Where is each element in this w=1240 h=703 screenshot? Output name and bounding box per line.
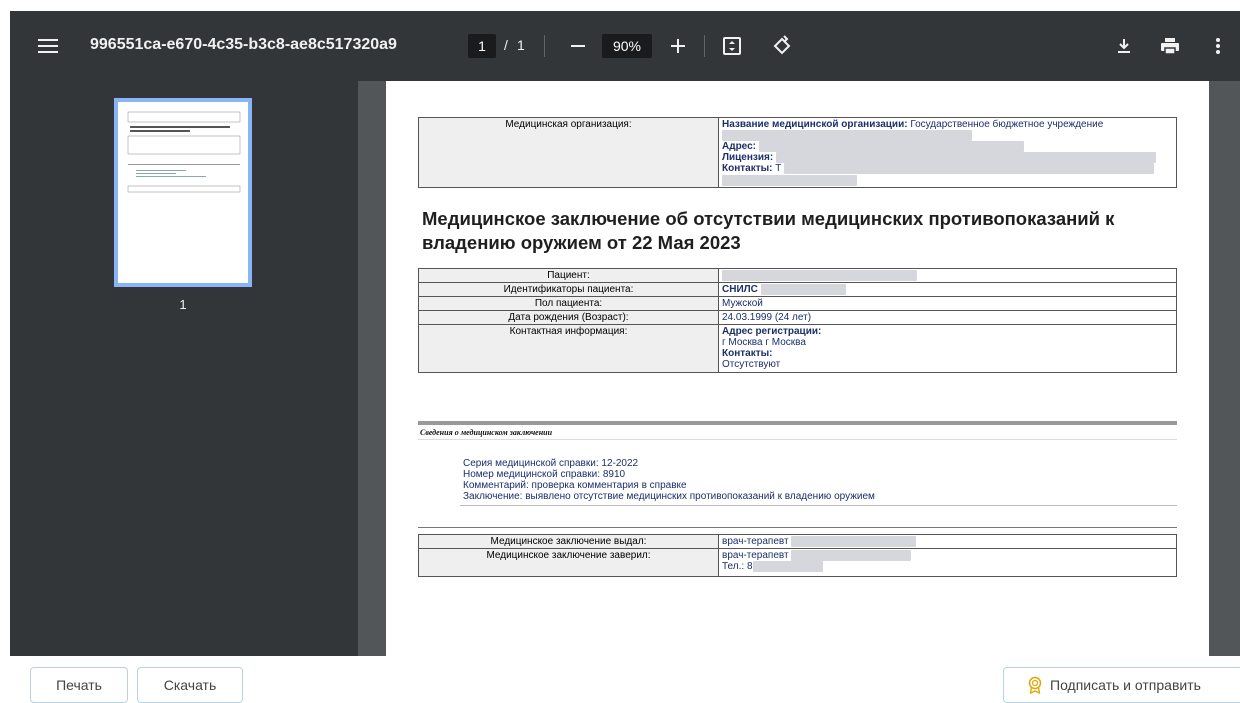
certified-value: врач-терапевт (722, 550, 789, 562)
redacted-text (784, 163, 1155, 175)
signers-table: Медицинское заключение выдал: врач-терап… (418, 533, 1177, 578)
pdf-viewer: 996551ca-e670-4c35-b3c8-ae8c517320a9 1 /… (10, 11, 1240, 656)
reg-address-label: Адрес регистрации: (722, 326, 822, 338)
reg-address-value: г Москва г Москва (722, 337, 806, 349)
redacted-text (752, 561, 823, 573)
issued-value: врач-терапевт (722, 536, 789, 548)
patient-contacts-value: Отсутствуют (722, 359, 781, 371)
patient-contact-cell: Адрес регистрации: г Москва г Москва Кон… (718, 324, 1177, 374)
document-title: 996551ca-e670-4c35-b3c8-ae8c517320a9 (90, 36, 397, 53)
page-number-input[interactable]: 1 (468, 34, 496, 58)
org-label: Медицинская организация: (418, 117, 719, 188)
redacted-text (758, 141, 1024, 153)
patient-ids-value: СНИЛС (722, 284, 758, 296)
org-contacts-value: Т (775, 163, 782, 175)
conclusion-line: Комментарий: проверка комментария в спра… (463, 480, 687, 491)
redacted-text (722, 130, 972, 141)
patient-contact-label: Контактная информация: (418, 324, 719, 374)
action-bar: Печать Скачать Подписать и отправить (0, 656, 1240, 703)
patient-dob-label: Дата рождения (Возраст): (418, 310, 719, 326)
sign-and-send-button[interactable]: Подписать и отправить (1003, 667, 1240, 703)
more-icon[interactable] (1206, 34, 1230, 58)
conclusion-line: Заключение: выявлено отсутствие медицинс… (463, 491, 875, 502)
org-name-label: Название медицинской организации: (722, 119, 908, 130)
rotate-icon[interactable] (770, 34, 794, 58)
redacted-text (722, 270, 917, 281)
print-icon[interactable] (1158, 34, 1182, 58)
redacted-text (791, 550, 912, 562)
conclusion-line: Номер медицинской справки: 8910 (463, 469, 626, 480)
org-address-label: Адрес: (722, 141, 756, 153)
document-heading: Медицинское заключение об отсутствии мед… (422, 208, 1115, 253)
toolbar-divider (544, 35, 545, 57)
org-license-label: Лицензия: (722, 152, 774, 164)
zoom-out-icon[interactable] (566, 34, 590, 58)
thumbnail-sidebar: 1 (10, 81, 358, 656)
document-page: Медицинская организация: Название медици… (386, 81, 1209, 656)
patient-table: Пациент: Идентификаторы пациента: СНИЛС … (418, 267, 1177, 374)
patient-ids-label: Идентификаторы пациента: (418, 282, 719, 298)
redacted-text (791, 536, 917, 547)
zoom-level-input[interactable]: 90% (602, 34, 652, 58)
organization-table: Медицинская организация: Название медици… (418, 117, 1177, 188)
section-rule (418, 439, 1177, 440)
menu-icon[interactable] (36, 34, 60, 58)
certified-cell: врач-терапевт Тел.: 8 (718, 548, 1177, 578)
page-separator: / (504, 37, 508, 53)
redacted-text (760, 284, 846, 296)
org-details: Название медицинской организации: Госуда… (718, 117, 1177, 188)
section-divider (418, 421, 1177, 425)
page-total: 1 (517, 37, 525, 53)
patient-ids-cell: СНИЛС (718, 282, 1177, 298)
conclusion-details: Серия медицинской справки: 12-2022 Номер… (463, 458, 875, 502)
redacted-text (722, 174, 857, 186)
certificate-icon (1026, 676, 1044, 695)
thumbnail-preview (122, 106, 244, 279)
signers-rule (418, 527, 1177, 528)
patient-value (718, 267, 1177, 284)
certified-phone: Тел.: 8 (722, 561, 753, 573)
conclusion-line: Серия медицинской справки: 12-2022 (463, 458, 639, 469)
download-icon[interactable] (1112, 34, 1136, 58)
zoom-in-icon[interactable] (666, 34, 690, 58)
issued-cell: врач-терапевт (718, 533, 1177, 550)
patient-dob-value: 24.03.1999 (24 лет) (718, 310, 1177, 326)
download-button[interactable]: Скачать (137, 667, 243, 703)
page-thumbnail[interactable] (114, 98, 252, 287)
toolbar-divider (704, 35, 705, 57)
pdf-toolbar: 996551ca-e670-4c35-b3c8-ae8c517320a9 1 /… (10, 11, 1240, 81)
certified-label: Медицинское заключение заверил: (418, 548, 719, 578)
issued-label: Медицинское заключение выдал: (418, 533, 719, 550)
patient-sex-value: Мужской (718, 296, 1177, 312)
patient-sex-label: Пол пациента: (418, 296, 719, 312)
section-title: Сведения о медицинском заключении (420, 428, 553, 437)
sign-and-send-label: Подписать и отправить (1050, 677, 1201, 693)
fit-page-icon[interactable] (720, 34, 744, 58)
print-button[interactable]: Печать (30, 667, 128, 703)
org-contacts-label: Контакты: (722, 163, 773, 175)
org-name-value: Государственное бюджетное учреждение (910, 119, 1104, 130)
patient-label: Пациент: (418, 267, 719, 284)
thumbnail-page-number: 1 (179, 297, 187, 312)
conclusion-rule (460, 505, 1177, 506)
redacted-text (775, 152, 1156, 164)
patient-contacts-label: Контакты: (722, 348, 773, 360)
